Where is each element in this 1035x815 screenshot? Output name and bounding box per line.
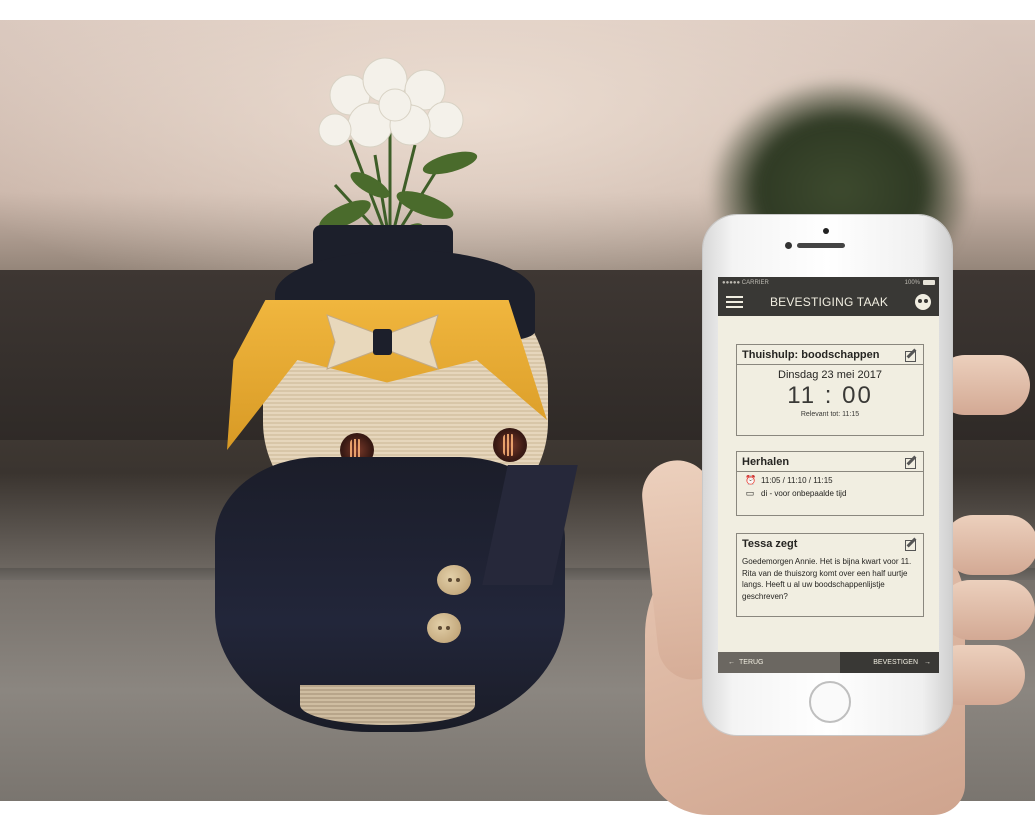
back-label: TERUG [739, 659, 764, 666]
edit-task-icon[interactable] [905, 348, 918, 362]
repeat-schedule: di - voor onbepaalde tijd [761, 488, 847, 498]
status-bar: ●●●●● CARRIER 100% [718, 277, 939, 288]
message-title: Tessa zegt [742, 537, 798, 550]
task-card: Thuishulp: boodschappen Dinsdag 23 mei 2… [736, 344, 924, 436]
status-right: 100% [905, 280, 935, 286]
robot-avatar-icon[interactable] [915, 294, 931, 310]
home-button[interactable] [809, 681, 851, 723]
menu-icon[interactable] [726, 296, 743, 308]
back-arrow-icon: ← [728, 659, 735, 666]
edit-repeat-icon[interactable] [905, 455, 918, 469]
jacket-button-top [437, 565, 471, 595]
vase-base [300, 685, 475, 725]
finger-2 [943, 515, 1035, 575]
app-screen: ●●●●● CARRIER 100% BEVESTIGING TAAK Thui… [718, 277, 939, 673]
earpiece-speaker [797, 243, 845, 248]
tessa-robot-vase [215, 45, 578, 735]
repeat-schedule-row: ▭ di - voor onbepaalde tijd [737, 485, 923, 498]
carrier-label: ●●●●● CARRIER [722, 279, 769, 286]
repeat-times: 11:05 / 11:10 / 11:15 [761, 475, 833, 485]
bottom-action-bar: ← TERUG BEVESTIGEN → [718, 652, 939, 673]
right-eye-led [493, 428, 527, 462]
finger-3 [940, 580, 1035, 640]
task-time: 11 : 00 [787, 382, 873, 409]
relevant-until: Relevant tot: 11:15 [800, 411, 860, 418]
message-card-header: Tessa zegt [737, 534, 923, 553]
wooden-bow-tie [326, 314, 439, 370]
repeat-title: Herhalen [742, 455, 790, 468]
confirm-button[interactable]: BEVESTIGEN → [840, 652, 939, 673]
battery-percent: 100% [904, 279, 920, 286]
message-text: Goedemorgen Annie. Het is bijna kwart vo… [742, 557, 912, 601]
app-header: BEVESTIGING TAAK [718, 288, 939, 316]
message-card: Tessa zegt Goedemorgen Annie. Het is bij… [736, 533, 924, 617]
confirm-arrow-icon: → [924, 659, 931, 666]
repeat-card-header: Herhalen [737, 452, 923, 472]
calendar-icon: ▭ [745, 488, 755, 498]
page-title: BEVESTIGING TAAK [769, 295, 889, 309]
jacket-button-bottom [427, 613, 461, 643]
alarm-clock-icon: ⏰ [745, 475, 757, 485]
proximity-sensor [823, 228, 829, 234]
repeat-card: Herhalen ⏰ 11:05 / 11:10 / 11:15 ▭ di - … [736, 451, 924, 516]
back-button[interactable]: ← TERUG [718, 652, 840, 673]
task-date: Dinsdag 23 mei 2017 [778, 369, 882, 381]
task-card-header: Thuishulp: boodschappen [737, 345, 923, 365]
status-left: ●●●●● CARRIER [722, 280, 769, 286]
smartphone: ●●●●● CARRIER 100% BEVESTIGING TAAK Thui… [703, 215, 952, 735]
task-title: Thuishulp: boodschappen [742, 348, 880, 361]
repeat-times-row: ⏰ 11:05 / 11:10 / 11:15 [737, 472, 923, 485]
battery-icon [923, 280, 935, 285]
confirm-label: BEVESTIGEN [873, 659, 918, 666]
edit-message-icon[interactable] [905, 537, 918, 551]
front-camera [785, 242, 792, 249]
